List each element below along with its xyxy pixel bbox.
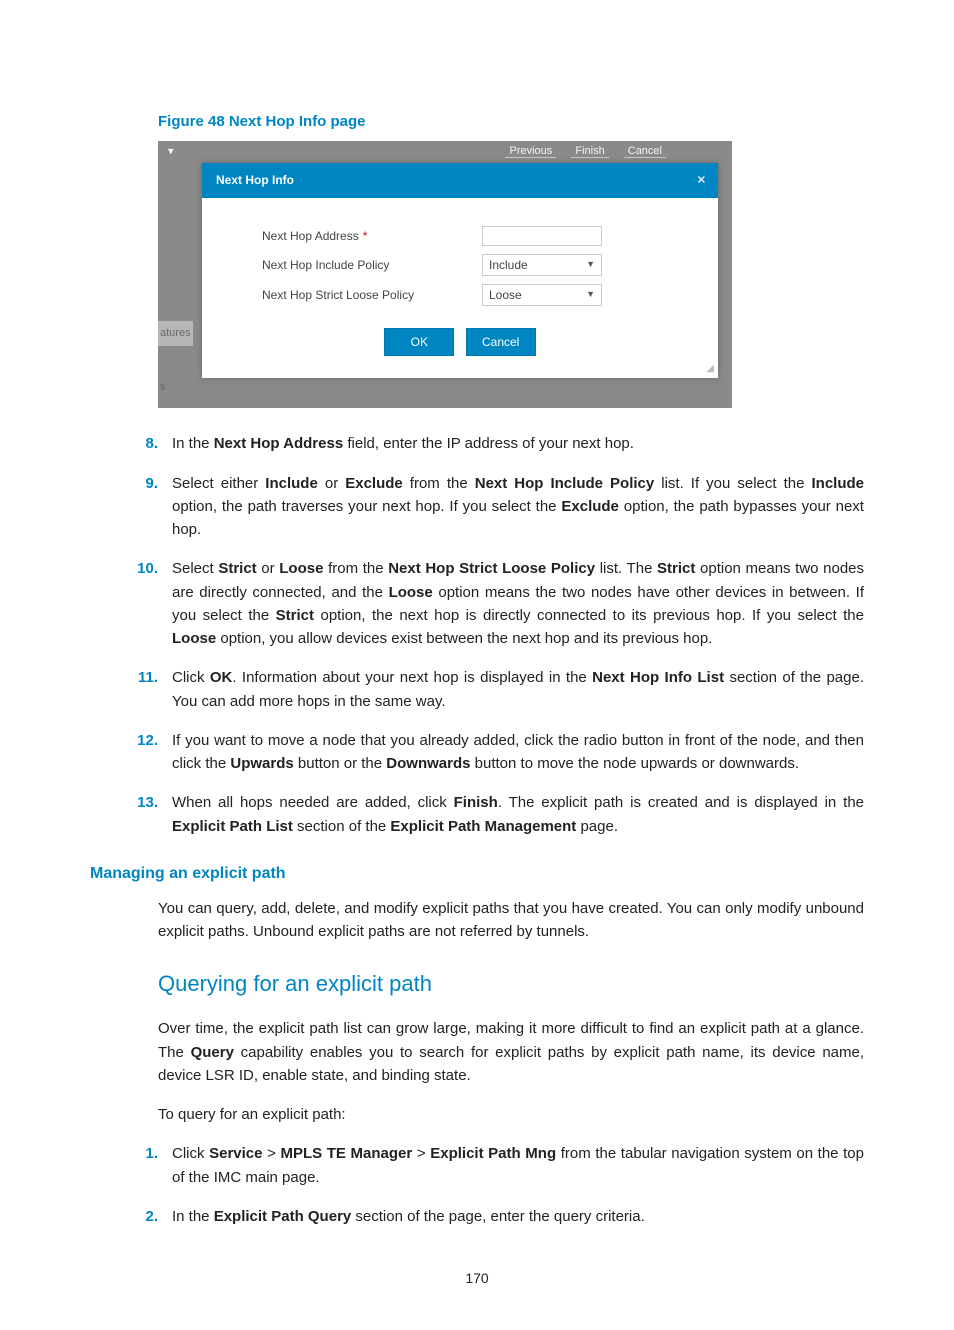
cancel-button[interactable]: Cancel (466, 328, 536, 357)
querying-para2: To query for an explicit path: (158, 1103, 864, 1126)
querying-para1: Over time, the explicit path list can gr… (158, 1017, 864, 1087)
querying-explicit-path-heading: Querying for an explicit path (158, 967, 864, 1001)
dialog-title: Next Hop Info (216, 173, 294, 187)
wizard-dim-buttons: Previous Finish Cancel (499, 143, 672, 160)
managing-explicit-path-heading: Managing an explicit path (90, 862, 864, 887)
caret-down-icon: ▼ (586, 288, 595, 302)
prev-button-dim: Previous (505, 145, 556, 158)
step-12: 12. If you want to move a node that you … (118, 729, 864, 776)
figure-caption: Figure 48 Next Hop Info page (158, 110, 864, 133)
include-policy-select[interactable]: Include▼ (482, 254, 602, 276)
query-step-2: 2. In the Explicit Path Query section of… (118, 1205, 864, 1228)
side-cropped-text2: s (158, 375, 168, 400)
ok-button[interactable]: OK (384, 328, 454, 357)
next-hop-info-dialog: Next Hop Info ✕ Next Hop Address* Next H… (202, 163, 718, 378)
step-11: 11. Click OK. Information about your nex… (118, 666, 864, 713)
resize-handle-icon: ◢ (706, 361, 714, 377)
side-cropped-text: atures (158, 321, 193, 346)
caret-down-icon: ▼ (586, 258, 595, 272)
page-number: 170 (90, 1268, 864, 1290)
chevron-down-icon: ▾ (168, 144, 174, 161)
managing-explicit-path-para: You can query, add, delete, and modify e… (158, 897, 864, 944)
cancel-button-dim: Cancel (624, 145, 666, 158)
dialog-title-bar: Next Hop Info ✕ (202, 163, 718, 198)
finish-button-dim: Finish (571, 145, 608, 158)
step-13: 13. When all hops needed are added, clic… (118, 791, 864, 838)
close-icon[interactable]: ✕ (697, 172, 706, 189)
strict-loose-policy-label: Next Hop Strict Loose Policy (222, 286, 482, 305)
query-step-1: 1. Click Service > MPLS TE Manager > Exp… (118, 1142, 864, 1189)
screenshot-figure: ▾ Previous Finish Cancel atures Next Hop… (158, 141, 732, 408)
next-hop-address-input[interactable] (482, 226, 602, 246)
step-8: 8. In the Next Hop Address field, enter … (118, 432, 864, 455)
step-9: 9. Select either Include or Exclude from… (118, 472, 864, 542)
include-policy-label: Next Hop Include Policy (222, 256, 482, 275)
strict-loose-policy-select[interactable]: Loose▼ (482, 284, 602, 306)
next-hop-address-label: Next Hop Address* (222, 227, 482, 246)
step-10: 10. Select Strict or Loose from the Next… (118, 557, 864, 650)
